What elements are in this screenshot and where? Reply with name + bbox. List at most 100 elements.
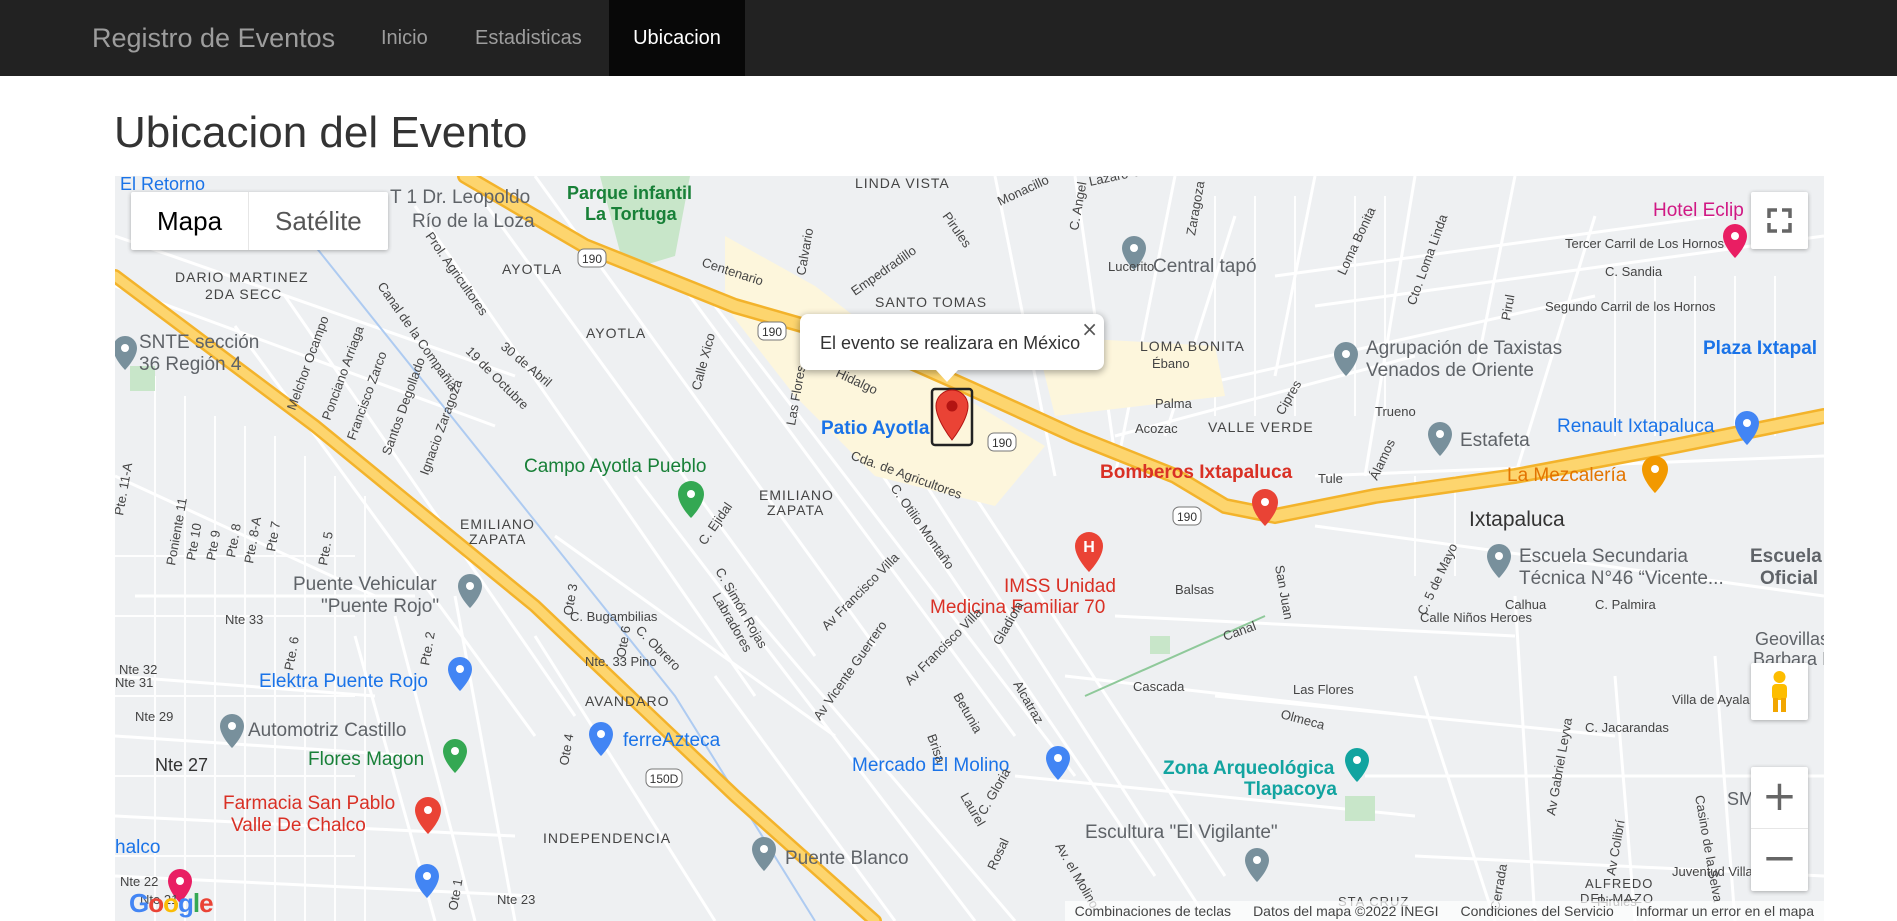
label-independencia: INDEPENDENCIA — [543, 830, 671, 846]
svg-text:150D: 150D — [650, 772, 679, 786]
label-chalco: halco — [115, 837, 160, 858]
label-dario-b: 2DA SECC — [205, 286, 282, 302]
svg-text:190: 190 — [1177, 510, 1197, 524]
info-window: El evento se realizara en México × — [800, 314, 1104, 382]
label-cet1-b: Río de la Loza — [412, 211, 535, 232]
page-title: Ubicacion del Evento — [114, 108, 528, 157]
nav-inicio[interactable]: Inicio — [365, 0, 444, 76]
nav-ubicacion[interactable]: Ubicacion — [609, 0, 745, 76]
label-ayotla-1: AYOTLA — [502, 261, 562, 277]
label-estafeta: Estafeta — [1460, 430, 1530, 451]
map-canvas[interactable]: 190 190 190 190 150D H El Retorno T 1 Dr… — [115, 176, 1824, 921]
map-type-map-button[interactable]: Mapa — [131, 192, 250, 250]
label-snte-b: 36 Región 4 — [139, 354, 242, 375]
label-ayotla-2: AYOTLA — [586, 325, 646, 341]
label-escuela-a: Escuela Secundaria — [1519, 546, 1688, 567]
label-plaza: Plaza Ixtapal — [1703, 338, 1817, 359]
label-taxistas-a: Agrupación de Taxistas — [1366, 338, 1562, 359]
svg-text:190: 190 — [582, 252, 602, 266]
label-emiliano-2a: EMILIANO — [460, 516, 535, 532]
svg-text:Nte 27: Nte 27 — [155, 755, 208, 775]
label-cet1-a: T 1 Dr. Leopoldo — [390, 187, 530, 208]
svg-text:Balsas: Balsas — [1175, 582, 1215, 597]
svg-text:H: H — [1083, 539, 1095, 556]
svg-text:Lucerito: Lucerito — [1108, 259, 1154, 274]
svg-text:Cascada: Cascada — [1133, 679, 1185, 694]
svg-text:Calhua: Calhua — [1505, 597, 1547, 612]
map-container[interactable]: 190 190 190 190 150D H El Retorno T 1 Dr… — [115, 176, 1824, 921]
label-escuela-b: Técnica N°46 “Vicente... — [1519, 568, 1724, 589]
label-central-tapo: Central tapó — [1153, 256, 1257, 277]
label-linda-vista: LINDA VISTA — [855, 176, 950, 191]
label-campo-ayotla: Campo Ayotla Pueblo — [524, 456, 706, 477]
svg-text:C. Jacarandas: C. Jacarandas — [1585, 720, 1669, 735]
label-valle-verde: VALLE VERDE — [1208, 419, 1314, 435]
label-ferreazteca: ferreAzteca — [623, 730, 721, 751]
svg-text:Acozac: Acozac — [1135, 421, 1178, 436]
google-logo: Google — [129, 888, 214, 918]
svg-text:C. Sandia: C. Sandia — [1605, 264, 1663, 279]
label-emiliano-2b: ZAPATA — [469, 531, 526, 547]
map-type-satellite-button[interactable]: Satélite — [249, 192, 388, 250]
label-zona-b: Tlapacoya — [1244, 779, 1337, 800]
label-puente-a: Puente Vehicular — [293, 574, 437, 595]
svg-text:Tercer Carril de Los Hornos: Tercer Carril de Los Hornos — [1565, 236, 1724, 251]
fullscreen-button[interactable] — [1751, 192, 1808, 249]
navbar: Registro de Eventos Inicio Estadisticas … — [0, 0, 1897, 76]
label-puente-b: "Puente Rojo" — [321, 596, 439, 617]
label-farmacia-b: Valle De Chalco — [231, 815, 366, 836]
map-footer: Combinaciones de teclas Datos del mapa ©… — [1064, 901, 1824, 921]
svg-text:Nte 31: Nte 31 — [115, 675, 153, 690]
label-puente-blanco: Puente Blanco — [785, 848, 909, 869]
terms-link[interactable]: Condiciones del Servicio — [1460, 901, 1613, 921]
svg-text:Segundo Carril de los Hornos: Segundo Carril de los Hornos — [1545, 299, 1716, 314]
park-area-tlapacoya — [1345, 796, 1375, 821]
svg-text:190: 190 — [992, 436, 1012, 450]
label-alfredo-a: ALFREDO — [1585, 876, 1653, 891]
label-flores-magon: Flores Magon — [308, 749, 424, 770]
street-view-button[interactable] — [1751, 663, 1808, 720]
svg-text:C. Bugambilias: C. Bugambilias — [570, 609, 658, 624]
label-snte-a: SNTE sección — [139, 332, 259, 353]
label-escuela2-b: Oficial — [1760, 568, 1818, 589]
svg-text:Nte 32: Nte 32 — [119, 662, 157, 677]
label-geovillas-a: Geovillas — [1755, 629, 1824, 649]
label-imss-a: IMSS Unidad — [1004, 576, 1116, 597]
map-type-control: Mapa Satélite — [131, 192, 388, 250]
svg-text:Ébano: Ébano — [1152, 356, 1190, 371]
label-mezcaleria: La Mezcalería — [1507, 465, 1627, 486]
label-ixtapaluca: Ixtapaluca — [1469, 508, 1565, 531]
zoom-in-button[interactable]: + — [1751, 767, 1808, 829]
label-avandaro: AVANDARO — [585, 693, 670, 709]
svg-text:Tule: Tule — [1318, 471, 1343, 486]
label-zona-a: Zona Arqueológica — [1163, 758, 1335, 779]
report-error-link[interactable]: Informar un error en el mapa — [1636, 901, 1814, 921]
info-window-tail — [936, 370, 958, 382]
info-window-close-button[interactable]: × — [1081, 317, 1098, 341]
svg-text:Trueno: Trueno — [1375, 404, 1416, 419]
label-emiliano-1b: ZAPATA — [767, 502, 824, 518]
zoom-control: + − — [1751, 767, 1808, 891]
label-santo-tomas: SANTO TOMAS — [875, 294, 987, 310]
label-renault: Renault Ixtapaluca — [1557, 416, 1715, 437]
park-area-canal — [1150, 636, 1170, 654]
zoom-out-button[interactable]: − — [1751, 829, 1808, 891]
label-hotel: Hotel Eclip — [1653, 200, 1744, 221]
fullscreen-icon — [1767, 208, 1792, 233]
svg-text:Calle Niños Heroes: Calle Niños Heroes — [1420, 610, 1532, 625]
label-escultura: Escultura "El Vigilante" — [1085, 822, 1278, 843]
label-parque-a: Parque infantil — [567, 183, 692, 203]
svg-text:Nte 23: Nte 23 — [497, 892, 535, 907]
label-automotriz: Automotriz Castillo — [248, 720, 406, 741]
brand-link[interactable]: Registro de Eventos — [92, 0, 335, 76]
svg-text:190: 190 — [762, 325, 782, 339]
label-dario-a: DARIO MARTINEZ — [175, 269, 309, 285]
svg-text:Nte 33: Nte 33 — [225, 612, 263, 627]
label-taxistas-b: Venados de Oriente — [1366, 360, 1534, 381]
label-bomberos: Bomberos Ixtapaluca — [1100, 462, 1293, 483]
svg-text:Nte 22: Nte 22 — [120, 874, 158, 889]
keyboard-shortcuts-link[interactable]: Combinaciones de teclas — [1075, 901, 1231, 921]
label-escuela2-a: Escuela — [1750, 546, 1822, 567]
label-mercado: Mercado El Molino — [852, 755, 1009, 776]
nav-estadisticas[interactable]: Estadisticas — [459, 0, 598, 76]
